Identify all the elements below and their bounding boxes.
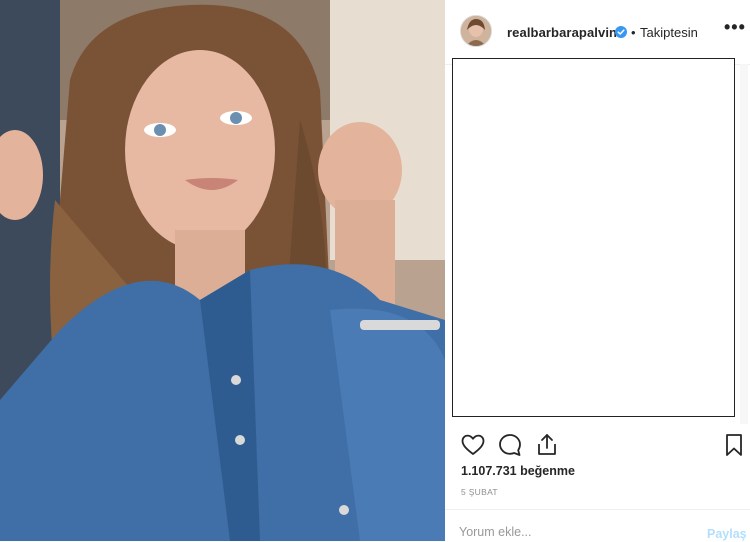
verified-badge-icon (615, 25, 627, 38)
comments-scrollbar[interactable] (740, 64, 748, 424)
instagram-post-view: realbarbarapalvin • Takiptesin ••• 1.107… (0, 0, 750, 541)
post-actions-bar (445, 428, 750, 460)
bookmark-icon[interactable] (721, 432, 747, 458)
post-details-panel: realbarbarapalvin • Takiptesin ••• 1.107… (445, 0, 750, 541)
header-separator: • (631, 25, 636, 40)
username-link[interactable]: realbarbarapalvin (507, 25, 617, 40)
post-photo-illustration (0, 0, 445, 541)
comment-input[interactable] (459, 525, 679, 539)
avatar-image (461, 16, 491, 46)
avatar[interactable] (460, 15, 492, 47)
post-photo[interactable] (0, 0, 445, 541)
post-header: realbarbarapalvin • Takiptesin ••• (445, 0, 750, 65)
post-date[interactable]: 5 ŞUBAT (461, 487, 498, 497)
comments-area (452, 58, 735, 417)
more-options-icon[interactable]: ••• (724, 18, 746, 36)
following-button[interactable]: Takiptesin (640, 25, 698, 40)
share-icon[interactable] (534, 432, 560, 458)
heart-icon[interactable] (460, 432, 486, 458)
add-comment-bar: Paylaş (445, 509, 750, 542)
likes-count[interactable]: 1.107.731 beğenme (461, 464, 575, 478)
post-comment-button[interactable]: Paylaş (707, 527, 747, 541)
comment-icon[interactable] (497, 432, 523, 458)
